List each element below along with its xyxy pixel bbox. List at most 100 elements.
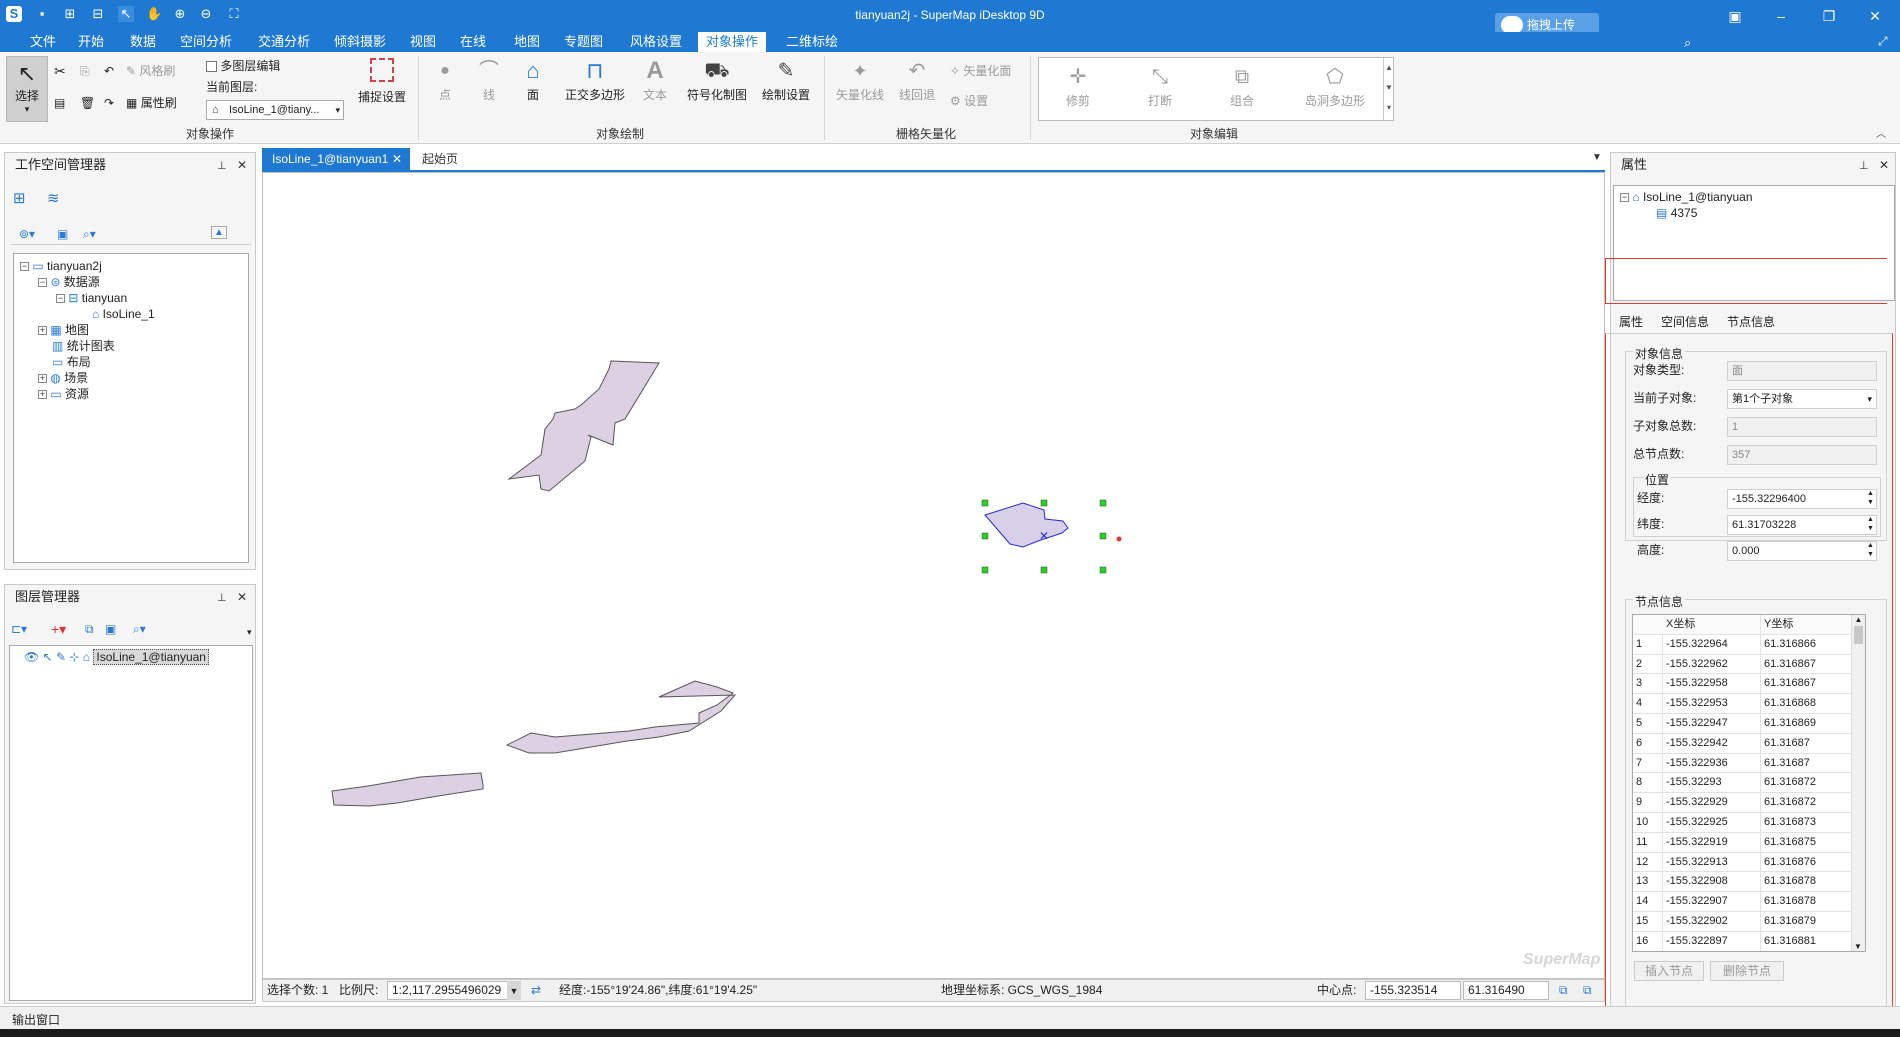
delete-node-button[interactable]: 删除节点 <box>1710 961 1784 981</box>
expand-icon[interactable]: ⤢ <box>1878 34 1888 49</box>
x-coordinate-cell[interactable]: -155.322908 <box>1663 872 1761 893</box>
x-coordinate-cell[interactable]: -155.322902 <box>1663 911 1761 932</box>
tab-attributes[interactable]: 属性 <box>1619 313 1643 330</box>
search-icon[interactable]: ⌕▾ <box>133 622 146 637</box>
collapse-icon[interactable]: − <box>20 262 29 272</box>
snap-settings-button[interactable]: 捕捉设置 <box>352 56 412 105</box>
alt-spinner-icon[interactable]: ▲ ▼ <box>1867 541 1874 559</box>
output-window-tab[interactable]: 输出窗口 <box>12 1011 60 1028</box>
select-button[interactable]: ↖ 选择 ▾ <box>6 56 48 122</box>
undo-icon[interactable]: ↶ <box>104 62 114 80</box>
paste-icon[interactable]: ▤ <box>54 94 65 112</box>
tree-item-layer[interactable]: − ⌂ IsoLine_1@tianyuan <box>1614 189 1894 205</box>
gallery-scroll[interactable]: ▲ ▼ ▾ <box>1383 58 1394 120</box>
resize-handle[interactable] <box>981 532 989 540</box>
menu-spatial-analysis[interactable]: 空间分析 <box>172 32 240 52</box>
map-polygon-selected[interactable] <box>984 502 1069 548</box>
tab-start-page[interactable]: 起始页 <box>412 148 468 170</box>
tab-map-document[interactable]: IsoLine_1@tianyuan1 ✕ <box>262 148 410 170</box>
x-coordinate-cell[interactable]: -155.322964 <box>1663 634 1761 655</box>
x-coordinate-cell[interactable]: -155.322936 <box>1663 753 1761 774</box>
menu-style[interactable]: 风格设置 <box>622 32 690 52</box>
tab-spatial-info[interactable]: 空间信息 <box>1661 313 1709 330</box>
style-brush-button[interactable]: ✎ 风格刷 <box>126 62 175 80</box>
collapse-ribbon-icon[interactable]: ︿ <box>1876 125 1886 140</box>
node-table-row[interactable]: 15 -155.322902 61.316879 <box>1633 911 1865 932</box>
x-coordinate-cell[interactable]: -155.322953 <box>1663 694 1761 714</box>
copy-center-icon[interactable]: ⧉ <box>1559 980 1568 1001</box>
x-coordinate-cell[interactable]: -155.322897 <box>1663 931 1761 951</box>
menu-2d-plot[interactable]: 二维标绘 <box>778 32 846 52</box>
node-table-row[interactable]: 11 -155.322919 61.316875 <box>1633 832 1865 853</box>
lat-spinner-icon[interactable]: ▲ ▼ <box>1867 515 1874 533</box>
dropdown-arrow-icon[interactable]: ▾ <box>247 627 252 638</box>
expand-icon[interactable]: + <box>38 326 47 336</box>
node-table-row[interactable]: 16 -155.322897 61.316881 <box>1633 931 1865 951</box>
break-button[interactable]: ⤡ 打断 <box>1135 64 1185 109</box>
raster-vector-line-button[interactable]: ✦ 矢量化线 <box>830 58 890 103</box>
y-coordinate-cell[interactable]: 61.316869 <box>1761 714 1853 734</box>
current-layer-select[interactable]: ⌂ IsoLine_1@tiany... ▾ <box>206 100 344 120</box>
tree-item-dataset[interactable]: ⌂ IsoLine_1 <box>14 306 248 322</box>
node-table-row[interactable]: 10 -155.322925 61.316873 <box>1633 812 1865 833</box>
scroll-up-icon[interactable]: ▲ <box>1852 615 1865 624</box>
menu-online[interactable]: 在线 <box>452 32 494 52</box>
cur-sub-select[interactable]: 第1个子对象 ▾ <box>1727 389 1877 409</box>
pin-icon[interactable]: ⊥ <box>1859 159 1869 172</box>
visible-eye-icon[interactable]: 👁 <box>24 650 39 664</box>
node-table-row[interactable]: 13 -155.322908 61.316878 <box>1633 872 1865 893</box>
draw-settings-button[interactable]: ✎ 绘制设置 <box>756 58 816 103</box>
tree-item-maps[interactable]: + ▦ 地图 <box>14 322 248 338</box>
datasource-tab-icon[interactable]: ≋ <box>47 189 69 207</box>
tree-item-datasource[interactable]: − ⊟ tianyuan <box>14 290 248 306</box>
face-button[interactable]: ⌂ 面 <box>518 58 548 103</box>
y-coordinate-cell[interactable]: 61.316872 <box>1761 773 1853 793</box>
resize-handle[interactable] <box>981 566 989 574</box>
tree-item-scenes[interactable]: + ◍ 场景 <box>14 370 248 386</box>
lat-input[interactable]: 61.31703228 <box>1727 515 1877 535</box>
menu-traffic-analysis[interactable]: 交通分析 <box>250 32 318 52</box>
line-backtrack-button[interactable]: ↶ 线回退 <box>892 58 942 103</box>
x-coordinate-cell[interactable]: -155.322947 <box>1663 713 1761 734</box>
cut-icon[interactable]: ✂ <box>54 62 66 80</box>
map-polygon-2[interactable] <box>505 680 737 754</box>
raster-settings-button[interactable]: ⚙ 设置 <box>950 92 988 110</box>
close-icon[interactable]: ✕ <box>237 590 247 604</box>
scale-input[interactable]: 1:2,117.2955496029 <box>387 981 521 1000</box>
add-layer-icon[interactable]: +▾ <box>51 621 66 638</box>
map-polygon-3[interactable] <box>331 772 484 807</box>
line-button[interactable]: ⌒ 线 <box>474 58 504 103</box>
node-table-row[interactable]: 9 -155.322929 61.316872 <box>1633 793 1865 813</box>
tree-item-layouts[interactable]: ▭ 布局 <box>14 354 248 370</box>
menu-map[interactable]: 地图 <box>506 32 548 52</box>
y-coordinate-cell[interactable]: 61.31687 <box>1761 734 1853 754</box>
copy-layer-icon[interactable]: ⧉ <box>85 622 94 637</box>
y-coordinate-cell[interactable]: 61.316878 <box>1761 872 1853 892</box>
node-table-row[interactable]: 8 -155.32293 61.316872 <box>1633 773 1865 794</box>
node-table-row[interactable]: 4 -155.322953 61.316868 <box>1633 694 1865 714</box>
tree-item-datasources[interactable]: − ⊜ 数据源 <box>14 274 248 290</box>
resize-handle[interactable] <box>1040 566 1048 574</box>
selectable-icon[interactable]: ↖ <box>43 650 53 664</box>
y-coordinate-cell[interactable]: 61.316867 <box>1761 655 1853 675</box>
expand-icon[interactable]: + <box>38 390 47 400</box>
collapse-icon[interactable]: − <box>1620 193 1629 203</box>
menu-object-ops[interactable]: 对象操作 <box>698 32 767 52</box>
x-coordinate-cell[interactable]: -155.322958 <box>1663 674 1761 695</box>
point-button[interactable]: ● 点 <box>430 58 460 103</box>
y-coordinate-cell[interactable]: 61.316881 <box>1761 932 1853 951</box>
ribbon-display-icon[interactable]: ▣ <box>1720 5 1750 27</box>
tree-item-charts[interactable]: ▥ 统计图表 <box>14 338 248 354</box>
y-coordinate-cell[interactable]: 61.31687 <box>1761 754 1853 774</box>
y-coordinate-cell[interactable]: 61.316875 <box>1761 833 1853 853</box>
copy-icon[interactable]: ⎘ <box>80 62 90 80</box>
x-coordinate-cell[interactable]: -155.322919 <box>1663 832 1761 853</box>
y-coordinate-cell[interactable]: 61.316866 <box>1761 635 1853 655</box>
menu-start[interactable]: 开始 <box>70 32 112 52</box>
lon-spinner-icon[interactable]: ▲ ▼ <box>1867 489 1874 507</box>
x-coordinate-cell[interactable]: -155.322907 <box>1663 892 1761 912</box>
close-icon[interactable]: ✕ <box>1879 158 1889 172</box>
attr-brush-button[interactable]: ▦ 属性刷 <box>126 94 177 112</box>
snappable-icon[interactable]: ⊹ <box>69 650 79 664</box>
rotate-handle[interactable] <box>1116 536 1122 542</box>
